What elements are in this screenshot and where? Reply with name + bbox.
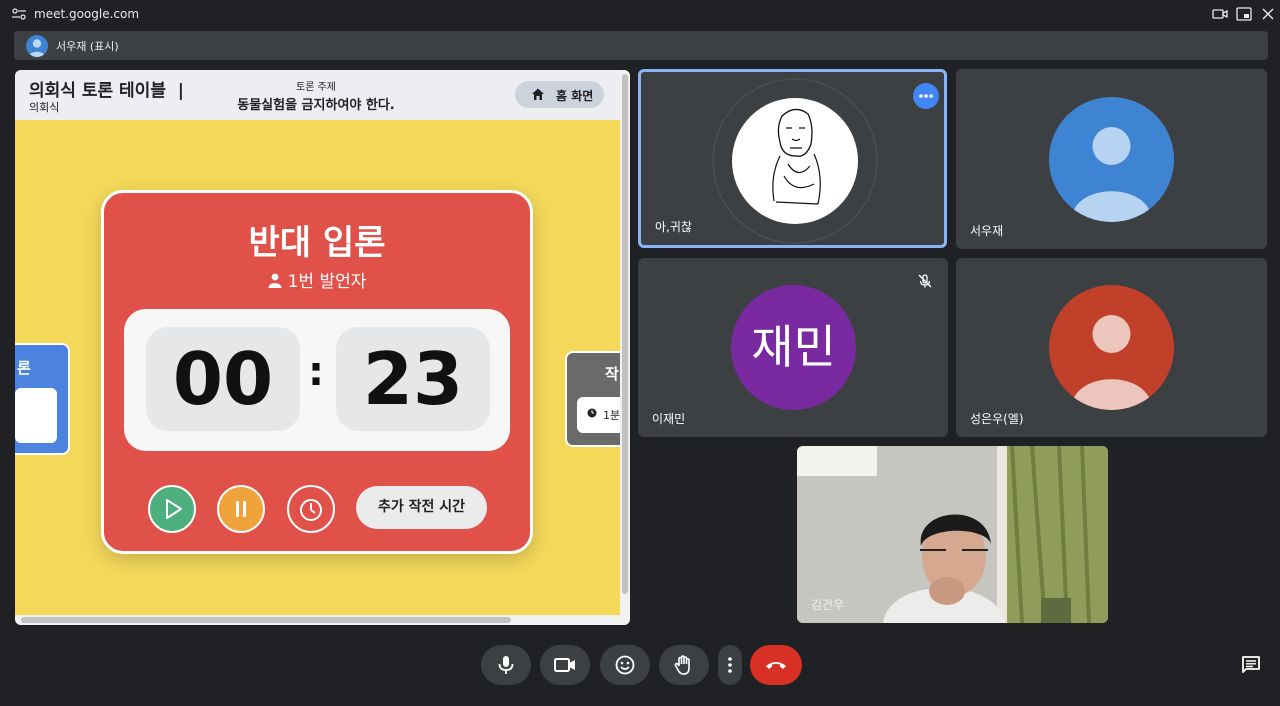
more-horiz-icon bbox=[919, 94, 933, 98]
speaker-label: 1번 발언자 bbox=[104, 267, 530, 292]
pause-button[interactable] bbox=[217, 485, 265, 533]
person-icon bbox=[1071, 315, 1152, 410]
person-icon bbox=[29, 39, 45, 57]
topic-label: 토론 주제 bbox=[296, 82, 336, 93]
next-stage-time: 1분 bbox=[603, 409, 621, 422]
timer-card: 반대 입론 1번 발언자 00 : 23 추가 작전 시간 bbox=[101, 190, 533, 554]
emoji-icon bbox=[615, 655, 635, 675]
participant-name: 서우재 bbox=[970, 224, 1004, 238]
reset-timer-button[interactable] bbox=[287, 485, 335, 533]
shared-screen: 의회식 토론 테이블 | 의회식 토론 주제 동물실험을 금지하여야 한다. 홈… bbox=[15, 70, 630, 625]
chat-icon[interactable] bbox=[1241, 655, 1261, 675]
play-icon bbox=[166, 499, 182, 519]
mic-off-icon bbox=[918, 274, 932, 288]
app-subtitle: 의회식 bbox=[29, 101, 60, 114]
participant-name: 아,귀찮 bbox=[655, 220, 692, 234]
participant-name: 성은우(엘) bbox=[970, 412, 1024, 426]
participant-tile[interactable]: 성은우(엘) bbox=[956, 258, 1267, 437]
vertical-scroll-thumb[interactable] bbox=[622, 74, 628, 594]
more-options-button[interactable] bbox=[913, 83, 939, 109]
app-header: 의회식 토론 테이블 | 의회식 토론 주제 동물실험을 금지하여야 한다. 홈… bbox=[15, 70, 620, 120]
picture-in-picture-icon[interactable] bbox=[1236, 7, 1252, 21]
horizontal-scroll-thumb[interactable] bbox=[21, 617, 511, 623]
timer-reset-icon bbox=[300, 499, 322, 521]
participant-tile[interactable]: 김건우 bbox=[797, 446, 1108, 623]
sketch-avatar bbox=[712, 78, 878, 244]
play-button[interactable] bbox=[148, 485, 196, 533]
close-icon[interactable] bbox=[1260, 7, 1276, 21]
microphone-button[interactable] bbox=[481, 645, 531, 685]
participant-tile[interactable]: 재민 이재민 bbox=[638, 258, 948, 437]
videocam-icon bbox=[554, 658, 575, 672]
site-settings-icon[interactable] bbox=[12, 8, 26, 20]
app-title: 의회식 토론 테이블 | bbox=[29, 81, 185, 101]
stage-title: 반대 입론 bbox=[248, 223, 386, 263]
timer-display: 00 : 23 bbox=[124, 309, 510, 451]
url-text: meet.google.com bbox=[34, 7, 140, 21]
participant-avatar: 재민 bbox=[731, 285, 856, 410]
participant-tile[interactable]: 아,귀찮 bbox=[638, 69, 947, 248]
call-end-icon bbox=[766, 662, 786, 669]
home-icon bbox=[532, 88, 544, 100]
presenting-bar: 서우재 (표시) bbox=[14, 31, 1268, 60]
person-icon bbox=[268, 273, 282, 288]
browser-title-bar: meet.google.com bbox=[0, 0, 1280, 28]
horizontal-scrollbar[interactable] bbox=[15, 615, 620, 625]
home-button[interactable]: 홈 화면 bbox=[515, 81, 604, 108]
previous-stage-inner bbox=[15, 388, 57, 443]
emoji-button[interactable] bbox=[600, 645, 650, 685]
participant-avatar bbox=[1049, 97, 1174, 222]
camera-button[interactable] bbox=[540, 645, 590, 685]
home-button-label: 홈 화면 bbox=[556, 89, 594, 103]
pause-icon bbox=[236, 501, 246, 517]
participant-avatar bbox=[1049, 285, 1174, 410]
mic-icon bbox=[498, 656, 514, 674]
participant-name: 이재민 bbox=[652, 412, 686, 426]
topic-text: 동물실험을 금지하여야 한다. bbox=[237, 98, 395, 113]
person-icon bbox=[1071, 127, 1152, 222]
presenter-avatar bbox=[26, 35, 48, 57]
timer-separator: : bbox=[308, 349, 324, 395]
vertical-scrollbar[interactable] bbox=[620, 70, 630, 625]
timer-seconds: 23 bbox=[336, 327, 490, 431]
more-options-button[interactable] bbox=[718, 645, 742, 685]
timer-minutes: 00 bbox=[146, 327, 300, 431]
camera-indicator-icon[interactable] bbox=[1212, 7, 1228, 21]
raise-hand-button[interactable] bbox=[659, 645, 709, 685]
hand-icon bbox=[674, 655, 690, 675]
more-vert-icon bbox=[728, 657, 732, 673]
leave-call-button[interactable] bbox=[750, 645, 802, 685]
clock-icon bbox=[587, 408, 597, 418]
extra-time-button[interactable]: 추가 작전 시간 bbox=[356, 486, 487, 529]
participant-tile[interactable]: 서우재 bbox=[956, 69, 1267, 249]
next-stage-label: 작 bbox=[605, 365, 619, 383]
participant-name: 김건우 bbox=[811, 598, 845, 612]
previous-stage-card[interactable]: 론 bbox=[15, 343, 70, 455]
presenter-label: 서우재 (표시) bbox=[56, 40, 119, 53]
previous-stage-label: 론 bbox=[17, 359, 31, 377]
